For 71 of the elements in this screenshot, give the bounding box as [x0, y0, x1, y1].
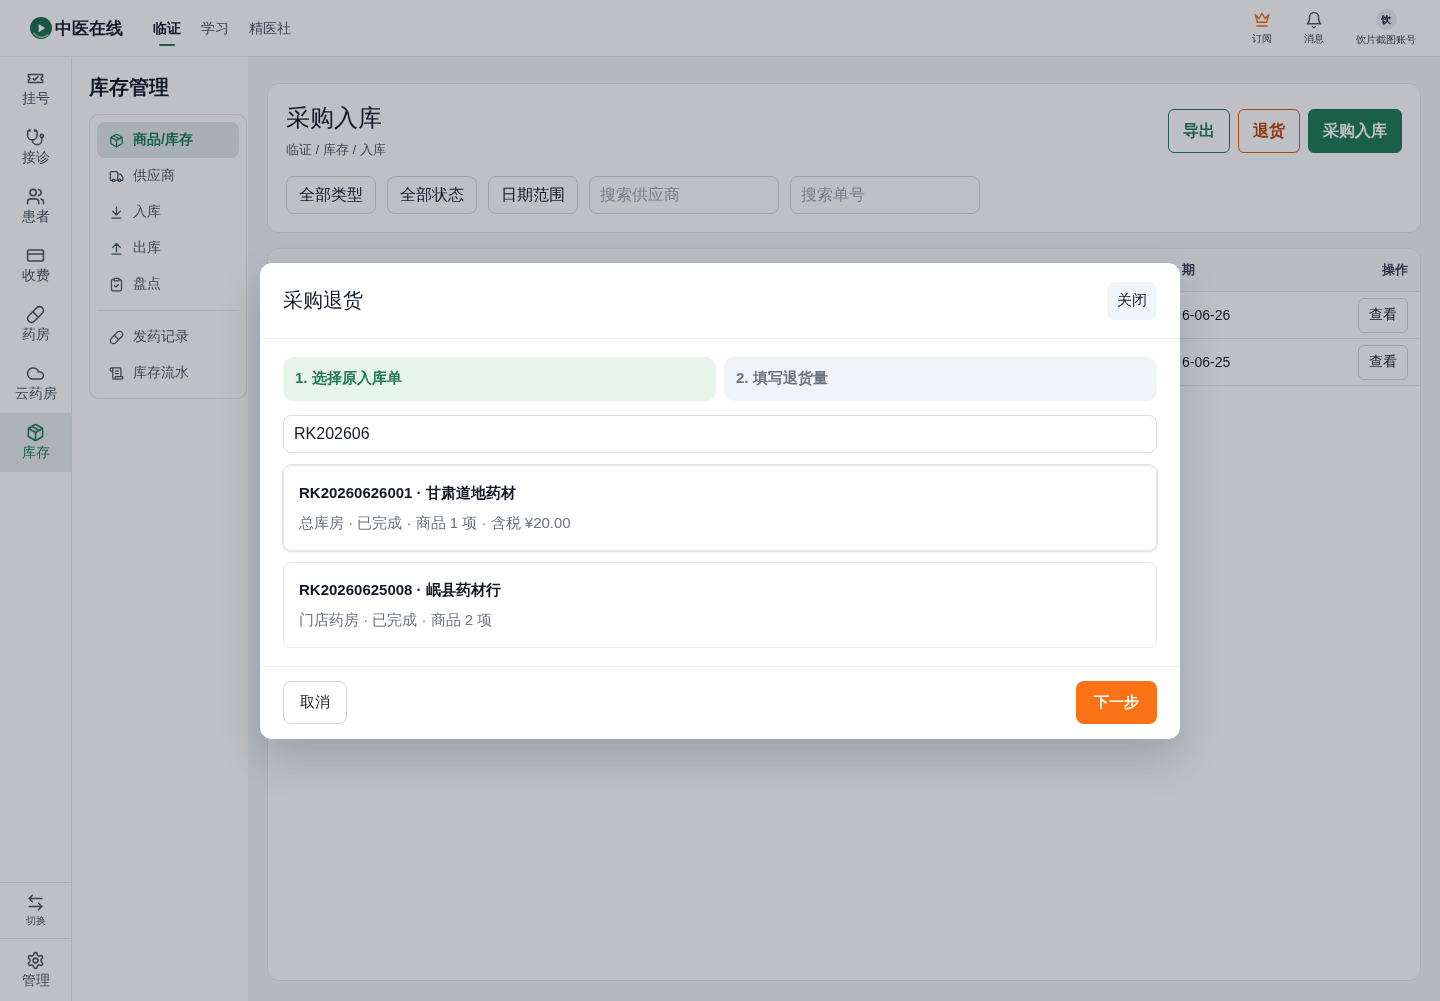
page-title: 采购入库	[286, 103, 383, 133]
nav-tab[interactable]: 精医社	[249, 10, 291, 46]
app-name: 中医在线	[55, 17, 123, 40]
dialog-title: 采购退货	[283, 288, 363, 313]
settings-icon	[26, 950, 45, 970]
rail-item[interactable]: 切换	[22, 883, 49, 938]
rail-item[interactable]: 药房	[18, 295, 53, 354]
rail-item[interactable]: 挂号	[18, 59, 53, 118]
upload-icon	[109, 240, 124, 256]
box-icon	[109, 132, 124, 148]
clipboard-check-icon	[109, 276, 124, 292]
cloud-icon	[26, 364, 45, 383]
result-title: RK20260625008 · 岷县药材行	[299, 579, 502, 600]
export-button[interactable]: 导出	[1168, 109, 1230, 153]
search-field[interactable]: RK202606	[283, 414, 1157, 453]
return-button[interactable]: 退货	[1238, 109, 1300, 153]
result-card[interactable]: RK20260626001 · 甘肃道地药材 总库房 · 已完成 · 商品 1 项 · 含税 ¥20.00	[283, 464, 1157, 551]
step-indicator: 1. 选择原入库单	[283, 356, 716, 401]
result-detail: 门店药房 · 已完成 · 商品 2 项	[299, 609, 494, 630]
top-action-button[interactable]: 订阅	[1242, 10, 1282, 46]
table-cell: 6-06-25	[1182, 354, 1231, 370]
table-cell: 6-06-26	[1182, 307, 1231, 323]
filter-dropdown[interactable]: 日期范围	[488, 176, 578, 214]
avatar[interactable]: 饮	[1375, 9, 1397, 30]
search-field[interactable]: 搜索供应商	[589, 176, 779, 214]
download-icon	[109, 204, 124, 220]
column-header: 操作	[1382, 261, 1408, 279]
view-button[interactable]: 查看	[1358, 344, 1408, 380]
filter-dropdown[interactable]: 全部状态	[387, 176, 477, 214]
sub-nav-item[interactable]: 库存流水	[97, 355, 239, 391]
search-field[interactable]: 搜索单号	[790, 176, 980, 214]
step-indicator: 2. 填写退货量	[724, 356, 1157, 401]
sub-nav-item[interactable]: 商品/库存	[97, 122, 239, 158]
users-icon	[26, 187, 45, 206]
scroll-icon	[109, 365, 124, 381]
box-icon	[26, 423, 45, 442]
rail-item[interactable]: 收费	[18, 236, 53, 295]
sub-nav-item[interactable]: 发药记录	[97, 319, 239, 355]
logo-icon	[30, 17, 52, 39]
pill-icon	[26, 305, 45, 324]
card-icon	[26, 246, 45, 265]
filter-dropdown[interactable]: 全部类型	[286, 176, 376, 214]
account-name: 饮片截图账号	[1356, 33, 1416, 47]
sub-nav-item[interactable]: 入库	[97, 194, 239, 230]
nav-tab[interactable]: 临证	[153, 10, 181, 46]
rail-item[interactable]: 管理	[18, 945, 53, 995]
sub-nav-item[interactable]: 盘点	[97, 266, 239, 302]
result-detail: 总库房 · 已完成 · 商品 1 项 · 含税 ¥20.00	[299, 512, 572, 533]
sub-nav-item[interactable]: 供应商	[97, 158, 239, 194]
cancel-button[interactable]: 取消	[283, 680, 347, 724]
rail-item[interactable]: 云药房	[11, 354, 60, 413]
view-button[interactable]: 查看	[1358, 297, 1408, 333]
sub-nav-item[interactable]: 出库	[97, 230, 239, 266]
stethoscope-icon	[26, 128, 45, 147]
swap-arrows-icon	[26, 893, 45, 912]
result-title: RK20260626001 · 甘肃道地药材	[299, 482, 517, 503]
section-title: 库存管理	[89, 75, 170, 99]
truck-icon	[109, 168, 124, 184]
top-action-button[interactable]: 消息	[1294, 10, 1334, 46]
nav-tab[interactable]: 学习	[201, 10, 229, 46]
bell-icon	[1305, 10, 1323, 29]
pill-icon	[109, 329, 124, 345]
close-button[interactable]: 关闭	[1107, 281, 1157, 320]
result-card[interactable]: RK20260625008 · 岷县药材行 门店药房 · 已完成 · 商品 2 项	[283, 561, 1157, 648]
rail-item[interactable]: 库存	[0, 413, 71, 472]
breadcrumb: 临证 / 库存 / 入库	[286, 141, 386, 159]
purchase-button[interactable]: 采购入库	[1308, 109, 1402, 153]
rail-item[interactable]: 接诊	[18, 118, 53, 177]
rail-item[interactable]: 患者	[18, 177, 53, 236]
crown-icon	[1253, 10, 1271, 29]
column-header: 期	[1182, 261, 1195, 279]
